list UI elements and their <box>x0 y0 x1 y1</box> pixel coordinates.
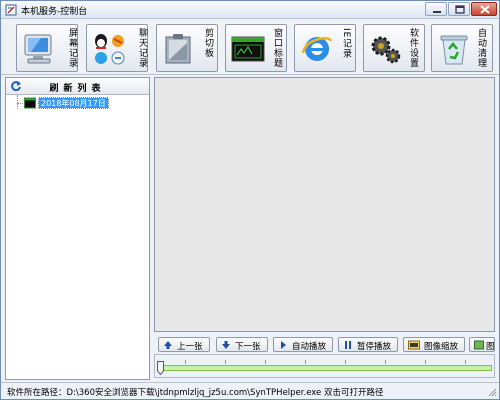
window-icon <box>231 36 265 62</box>
slider-tick <box>385 360 386 364</box>
resize-grip-icon[interactable] <box>487 387 497 397</box>
extra-label: 图 <box>486 342 495 352</box>
slider-tick <box>425 360 426 364</box>
recycle-bin-icon <box>440 35 468 65</box>
date-tree-item[interactable]: 2018年08月17日 <box>38 97 109 109</box>
auto-clean-button[interactable]: 自动清理 <box>431 24 493 72</box>
prev-button[interactable]: 上一张 <box>158 337 210 352</box>
slider-tick <box>465 360 466 364</box>
refresh-list-button[interactable]: 刷新列表 <box>6 78 149 95</box>
main-window: 本机服务-控制台 屏幕记录 聊天记录 剪切板 窗口标题 IE记录 软件设置 自动… <box>0 0 500 400</box>
prev-label: 上一张 <box>177 342 203 352</box>
minimize-icon <box>433 11 441 13</box>
close-icon <box>480 5 490 14</box>
ie-record-label: IE记录 <box>341 28 351 59</box>
extra-button[interactable]: 图 <box>469 337 495 352</box>
ie-icon <box>301 37 333 61</box>
pause-icon <box>345 341 351 349</box>
screen-record-label: 屏幕记录 <box>67 28 77 68</box>
maximize-button[interactable] <box>448 2 470 16</box>
window-title-button[interactable]: 窗口标题 <box>225 24 287 72</box>
status-bar: 软件所在路径：D:\360安全浏览器下载\jtdnpmlzljq_jz5u.co… <box>1 382 499 399</box>
refresh-list-label: 刷新列表 <box>49 84 106 94</box>
window-title-label: 窗口标题 <box>272 28 282 68</box>
auto-clean-label: 自动清理 <box>476 28 486 68</box>
image-icon <box>474 340 484 350</box>
timeline-slider[interactable] <box>154 354 495 378</box>
window-title: 本机服务-控制台 <box>21 7 88 17</box>
screenshot-viewer[interactable] <box>154 77 495 332</box>
date-list-panel: 刷新列表 2018年08月17日 <box>5 77 150 380</box>
image-zoom-icon <box>408 340 420 350</box>
minimize-button[interactable] <box>425 2 447 16</box>
zoom-label: 图像缩放 <box>424 342 459 352</box>
slider-tick <box>345 360 346 364</box>
playback-controls: 上一张 下一张 自动播放 暂停播放 图像缩放 图 <box>154 335 495 353</box>
slider-tick <box>265 360 266 364</box>
auto-play-label: 自动播放 <box>292 342 327 352</box>
auto-play-button[interactable]: 自动播放 <box>273 337 333 352</box>
slider-tick <box>185 360 186 364</box>
ie-record-button[interactable]: IE记录 <box>294 24 356 72</box>
zoom-button[interactable]: 图像缩放 <box>403 337 465 352</box>
tree-line <box>17 95 18 109</box>
slider-tick <box>225 360 226 364</box>
settings-button[interactable]: 软件设置 <box>363 24 425 72</box>
title-bar[interactable]: 本机服务-控制台 <box>1 1 499 19</box>
arrow-down-icon <box>222 341 230 349</box>
play-icon <box>281 341 286 349</box>
maximize-icon <box>455 5 465 14</box>
close-button[interactable] <box>471 2 497 16</box>
date-node-icon <box>24 97 36 109</box>
clipboard-icon <box>165 34 191 64</box>
gear-icon <box>371 36 401 64</box>
chat-record-button[interactable]: 聊天记录 <box>86 24 148 72</box>
chat-record-label: 聊天记录 <box>137 28 147 68</box>
next-button[interactable]: 下一张 <box>216 337 268 352</box>
settings-label: 软件设置 <box>408 28 418 68</box>
toolbar: 屏幕记录 聊天记录 剪切板 窗口标题 IE记录 软件设置 自动清理 <box>1 19 499 75</box>
install-path-status[interactable]: 软件所在路径：D:\360安全浏览器下载\jtdnpmlzljq_jz5u.co… <box>7 386 383 398</box>
next-label: 下一张 <box>235 342 261 352</box>
app-icon <box>5 4 17 16</box>
screen-record-button[interactable]: 屏幕记录 <box>16 24 78 72</box>
pause-label: 暂停播放 <box>357 342 392 352</box>
slider-fill <box>159 365 492 371</box>
slider-tick <box>305 360 306 364</box>
arrow-up-icon <box>164 341 172 349</box>
monitor-icon <box>24 34 52 64</box>
chat-icon <box>95 34 125 65</box>
pause-button[interactable]: 暂停播放 <box>338 337 398 352</box>
slider-thumb[interactable] <box>157 361 164 375</box>
clipboard-label: 剪切板 <box>203 28 213 58</box>
clipboard-button[interactable]: 剪切板 <box>156 24 218 72</box>
